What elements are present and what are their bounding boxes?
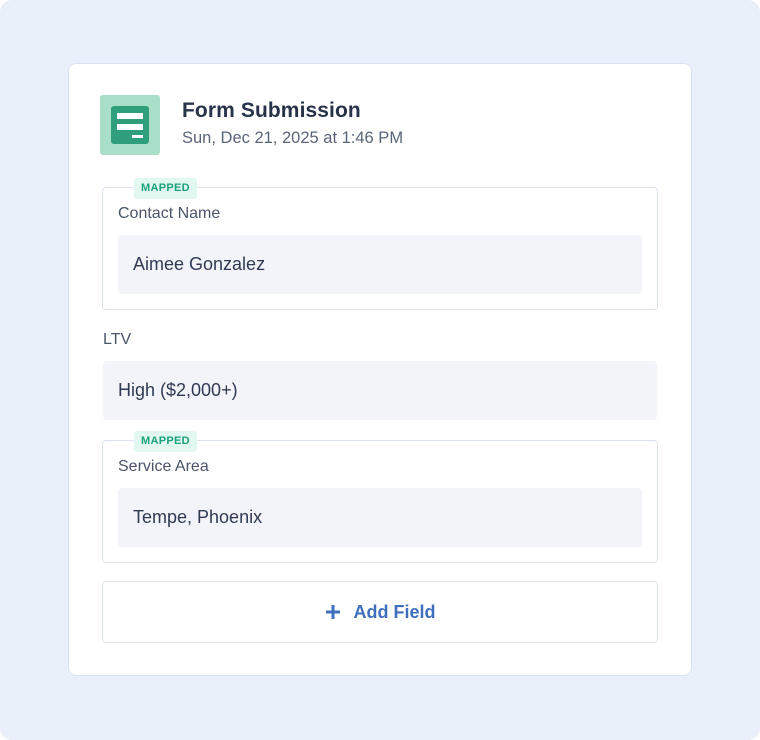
field-label: LTV (103, 331, 132, 348)
mapped-field-contact-name: MAPPED Contact Name Aimee Gonzalez (102, 178, 658, 310)
field-label: Service Area (118, 458, 209, 475)
plus-icon (325, 604, 341, 620)
add-field-button[interactable]: Add Field (102, 581, 658, 643)
mapped-field-service-area: MAPPED Service Area Tempe, Phoenix (102, 431, 658, 563)
form-icon (100, 95, 160, 155)
ltv-value[interactable]: High ($2,000+) (103, 361, 657, 420)
mapped-badge: MAPPED (134, 431, 197, 452)
submission-card: Form Submission Sun, Dec 21, 2025 at 1:4… (68, 63, 692, 676)
service-area-value[interactable]: Tempe, Phoenix (118, 488, 642, 547)
contact-name-value[interactable]: Aimee Gonzalez (118, 235, 642, 294)
add-field-label: Add Field (353, 601, 436, 622)
page-background: Form Submission Sun, Dec 21, 2025 at 1:4… (0, 0, 760, 740)
mapped-badge: MAPPED (134, 178, 197, 199)
field-label: Contact Name (118, 205, 221, 222)
submission-timestamp: Sun, Dec 21, 2025 at 1:46 PM (182, 129, 404, 147)
card-title: Form Submission (182, 99, 361, 122)
